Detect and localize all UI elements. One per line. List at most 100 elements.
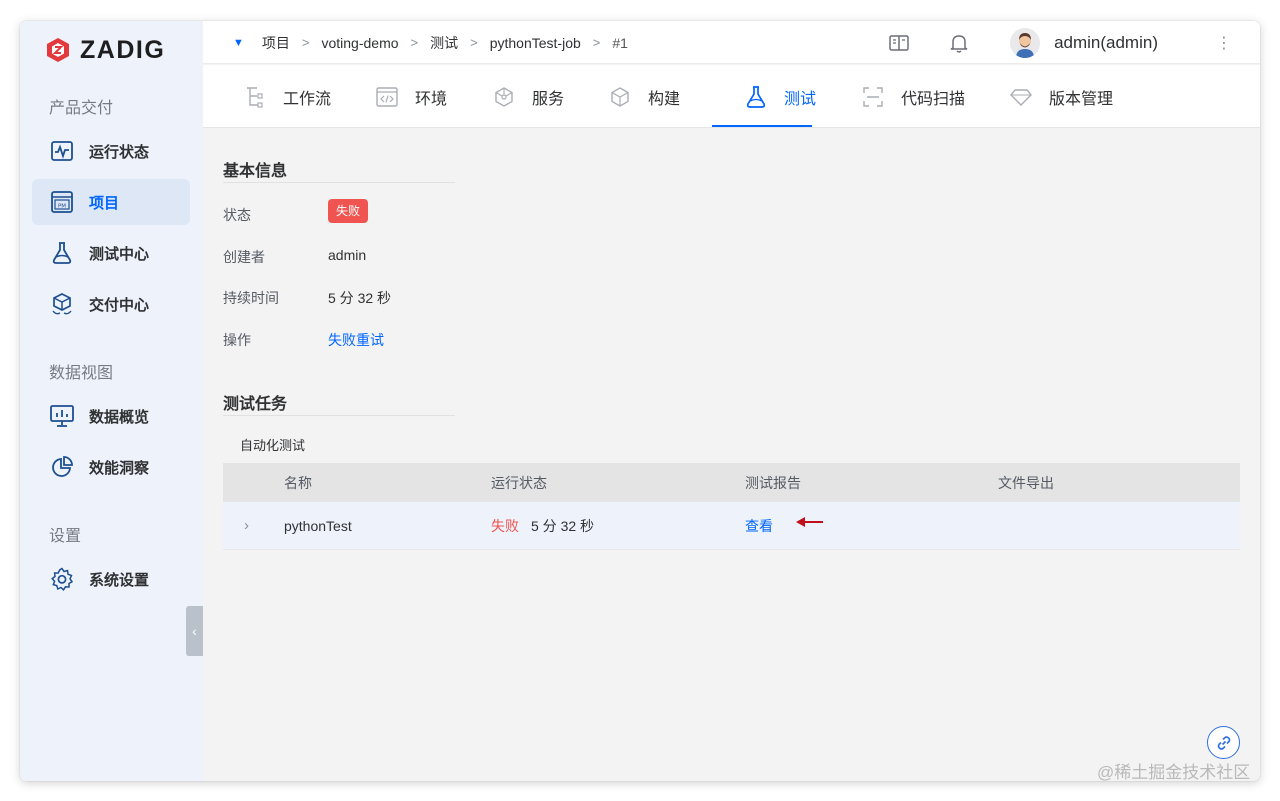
app-window: ZADIG 产品交付 运行状态 PM 项目 测试中心 交付中心 数据视图 数据概… [20,21,1260,781]
table-header: 名称 运行状态 测试报告 文件导出 [223,463,1240,502]
table-row: › pythonTest 失败 5 分 32 秒 查看 [223,502,1240,550]
divider [223,415,455,416]
tab-label: 环境 [415,90,448,108]
column-header-name: 名称 [284,474,312,491]
breadcrumb-separator: > [592,35,601,50]
task-name: pythonTest [284,517,352,534]
project-nav: 工作流 环境 服务 构建 测试 代码扫描 版本管理 [203,65,1260,128]
automation-test-subhead: 自动化测试 [240,438,306,453]
tab-label: 代码扫描 [901,90,966,108]
arrow-left-icon [796,517,823,527]
project-pm-icon: PM [49,189,75,215]
avatar[interactable] [1010,27,1041,58]
logo[interactable]: ZADIG [46,35,165,65]
flask-icon [744,85,768,109]
logo-text: ZADIG [80,35,166,64]
sidebar-item-test-center[interactable]: 测试中心 [32,230,190,276]
sidebar-item-label: 交付中心 [89,296,150,314]
sidebar-collapse-button[interactable]: ‹ [186,606,203,656]
tab-label: 测试 [784,90,817,108]
divider [223,182,455,183]
diamond-icon [1009,85,1033,109]
task-run-status: 失败 5 分 32 秒 [491,516,594,536]
sidebar-section-data-view: 数据视图 [49,365,114,382]
retry-failed-link[interactable]: 失败重试 [328,330,384,350]
tab-label: 工作流 [283,90,332,108]
tab-code-scan[interactable]: 代码扫描 [861,65,965,128]
status-badge: 失败 [328,199,369,223]
tab-label: 构建 [648,90,681,108]
scan-icon [861,85,885,109]
tab-test[interactable]: 测试 [744,65,816,128]
task-status-fail: 失败 [491,517,519,534]
build-box-icon [608,85,632,109]
caret-down-icon[interactable]: ▼ [233,37,244,49]
sidebar: ZADIG 产品交付 运行状态 PM 项目 测试中心 交付中心 数据视图 数据概… [20,21,203,781]
more-vertical-icon[interactable]: ⋮ [1214,33,1234,53]
creator-label: 创建者 [223,249,265,265]
tab-service[interactable]: 服务 [492,65,564,128]
duration-label: 持续时间 [223,290,279,306]
active-tab-indicator [712,125,812,127]
monitor-chart-icon [49,403,75,429]
top-bar: ▼ 项目 > voting-demo > 测试 > pythonTest-job… [203,21,1260,64]
top-right-actions: admin(admin) ⋮ [888,21,1260,64]
link-icon [1217,735,1230,750]
link-float-button[interactable] [1207,726,1240,759]
breadcrumb-item-current: #1 [612,34,628,51]
workflow-icon [243,85,267,109]
breadcrumb-separator: > [470,35,478,50]
breadcrumb-item[interactable]: 项目 [262,33,290,53]
sidebar-item-label: 数据概览 [89,408,150,426]
user-name[interactable]: admin(admin) [1054,33,1158,53]
sidebar-item-label: 项目 [89,194,120,212]
breadcrumb-item[interactable]: voting-demo [321,35,398,51]
status-label: 状态 [223,207,251,223]
sidebar-item-project[interactable]: PM 项目 [32,179,190,225]
task-duration: 5 分 32 秒 [531,517,595,534]
gear-icon [49,566,75,592]
sidebar-item-label: 测试中心 [89,245,150,263]
watermark: @稀土掘金技术社区 [1097,763,1251,782]
breadcrumb: ▼ 项目 > voting-demo > 测试 > pythonTest-job… [233,21,628,64]
test-tasks-title: 测试任务 [223,396,288,413]
tab-environment[interactable]: 环境 [375,65,447,128]
sidebar-item-delivery-center[interactable]: 交付中心 [32,281,190,327]
sidebar-item-run-status[interactable]: 运行状态 [32,128,190,174]
creator-value: admin [328,247,367,263]
sidebar-item-system-settings[interactable]: 系统设置 [32,556,190,602]
tab-label: 版本管理 [1049,90,1114,108]
tab-build[interactable]: 构建 [608,65,680,128]
duration-value: 5 分 32 秒 [328,290,392,306]
chevron-left-icon: ‹ [192,623,197,639]
flask-icon [49,240,75,266]
tab-workflow[interactable]: 工作流 [243,65,331,128]
code-window-icon [375,85,399,109]
action-label: 操作 [223,332,251,348]
breadcrumb-item[interactable]: pythonTest-job [490,35,581,51]
tab-version-management[interactable]: 版本管理 [1009,65,1113,128]
sidebar-section-delivery: 产品交付 [49,100,114,117]
sidebar-item-efficiency-insight[interactable]: 效能洞察 [32,444,190,490]
tab-label: 服务 [532,90,565,108]
sidebar-item-label: 运行状态 [89,143,150,161]
docs-book-icon[interactable] [888,32,910,54]
sidebar-section-settings: 设置 [49,528,82,545]
service-cube-icon [492,85,516,109]
sidebar-item-data-overview[interactable]: 数据概览 [32,393,190,439]
view-report-link[interactable]: 查看 [745,516,773,536]
status-value: 失败 [328,199,369,223]
sidebar-item-label: 效能洞察 [89,459,150,477]
bell-icon[interactable] [948,32,970,54]
svg-text:PM: PM [58,204,66,210]
package-icon [49,291,75,317]
expand-chevron-icon[interactable]: › [244,517,249,534]
breadcrumb-separator: > [301,35,310,50]
breadcrumb-separator: > [410,35,419,50]
column-header-status: 运行状态 [491,474,547,491]
zadig-logo-icon [47,38,69,62]
breadcrumb-item[interactable]: 测试 [430,33,458,53]
column-header-export: 文件导出 [998,474,1054,491]
column-header-report: 测试报告 [745,474,801,491]
basic-info-title: 基本信息 [223,163,288,180]
